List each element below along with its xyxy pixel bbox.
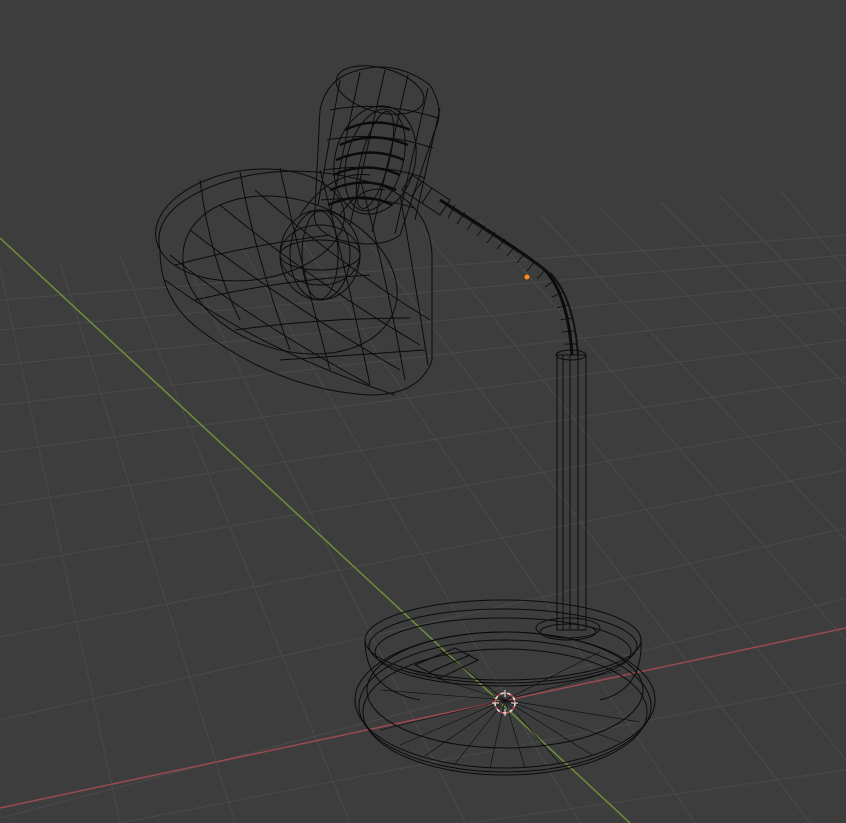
viewport-canvas[interactable]: [0, 0, 846, 823]
object-origin-point[interactable]: [524, 274, 530, 280]
viewport-background: [0, 0, 846, 823]
3d-viewport[interactable]: [0, 0, 846, 823]
